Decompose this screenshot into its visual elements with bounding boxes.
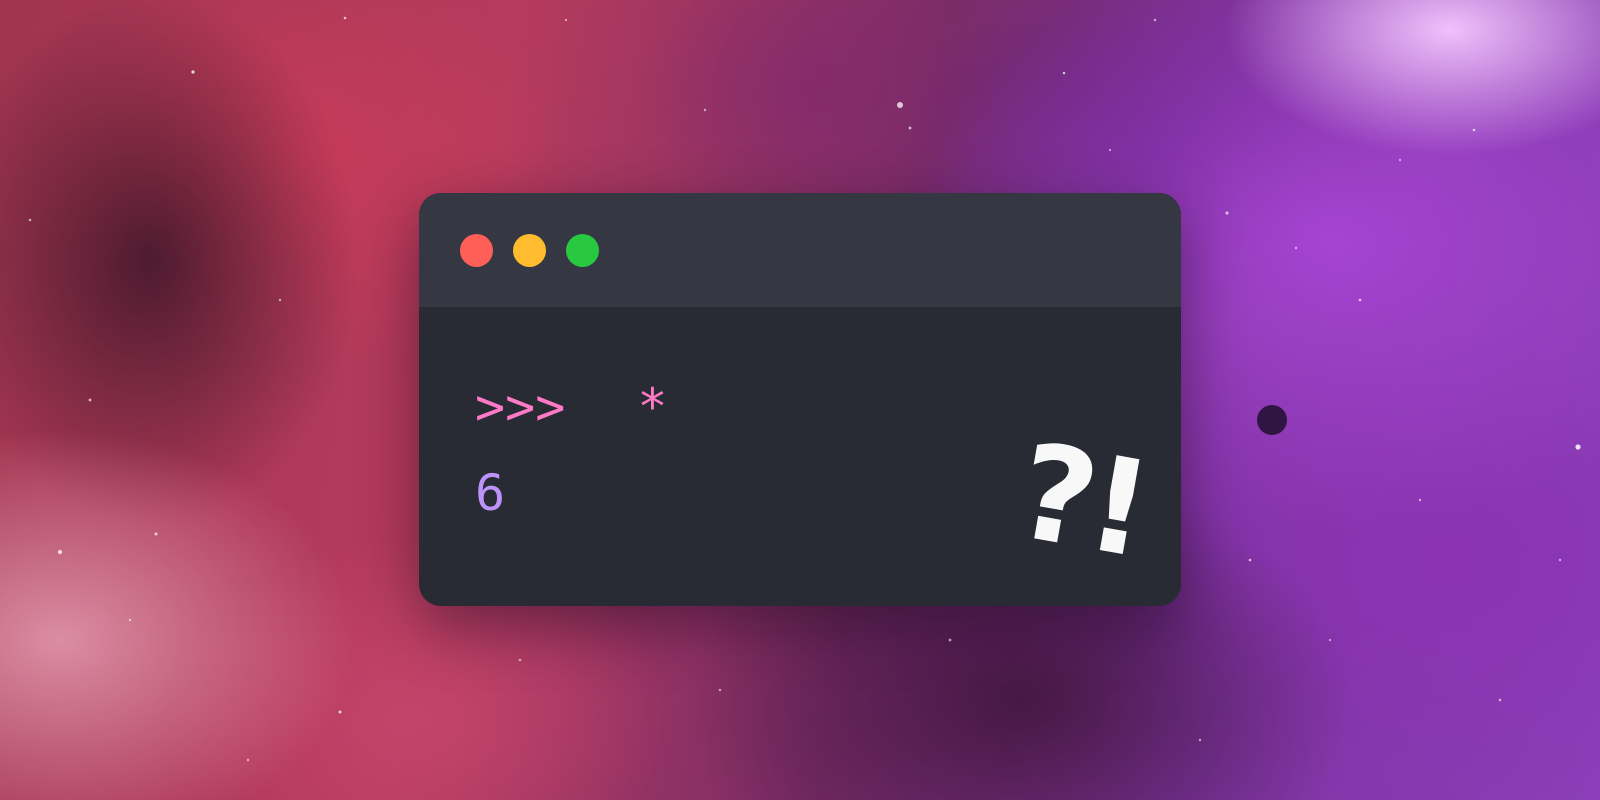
minimize-button[interactable] — [513, 234, 546, 267]
terminal-window: >>> * 6 ?! — [419, 193, 1181, 606]
output-line: 6 — [475, 463, 505, 523]
terminal-body[interactable]: >>> * 6 ?! — [419, 307, 1181, 606]
zoom-button[interactable] — [566, 234, 599, 267]
close-button[interactable] — [460, 234, 493, 267]
operator-symbol: * — [637, 378, 668, 436]
title-bar — [419, 193, 1181, 307]
input-line: >>> * — [475, 377, 667, 437]
console-prompt: >>> — [475, 378, 566, 436]
output-value: 6 — [475, 464, 506, 522]
interrobang-text: ?! — [1006, 414, 1157, 588]
